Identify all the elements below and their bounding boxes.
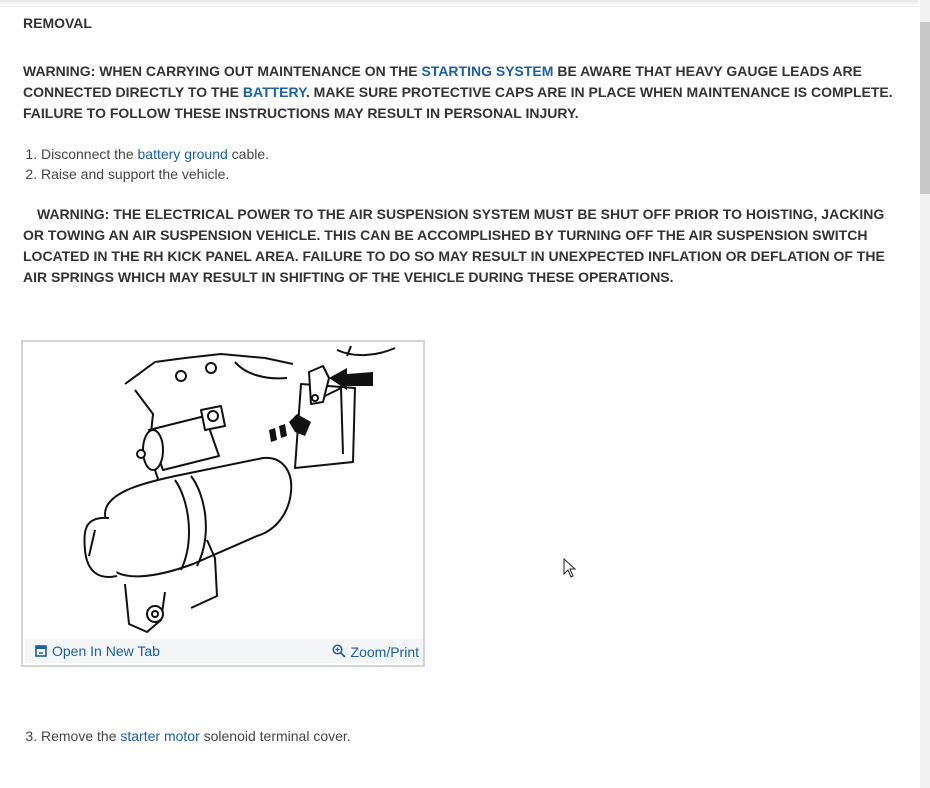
step-item: Disconnect the battery ground cable. (41, 144, 903, 164)
top-shadow (0, 0, 918, 7)
zoom-print-button[interactable]: Zoom/Print (331, 641, 419, 660)
zoom-print-label: Zoom/Print (350, 644, 419, 660)
scrollbar-track[interactable] (920, 0, 930, 788)
link-battery-ground[interactable]: battery ground (138, 146, 228, 162)
steps-list-a: Disconnect the battery ground cable. Rai… (23, 144, 903, 184)
scrollbar-thumb[interactable] (920, 22, 930, 194)
figure-container: Open In New Tab Zoom/Print (21, 340, 425, 667)
zoom-in-icon (331, 643, 346, 658)
warning1-text-start: WARNING: WHEN CARRYING OUT MAINTENANCE O… (23, 63, 422, 79)
warning-starting-system: WARNING: WHEN CARRYING OUT MAINTENANCE O… (23, 61, 903, 124)
warning-air-suspension: WARNING: THE ELECTRICAL POWER TO THE AIR… (23, 206, 885, 285)
open-new-tab-icon (35, 645, 47, 657)
link-starting-system[interactable]: STARTING SYSTEM (421, 63, 553, 79)
link-starter-motor[interactable]: starter motor (120, 728, 199, 744)
step-item: Remove the starter motor solenoid termin… (41, 726, 901, 746)
section-heading: REMOVAL (23, 15, 92, 31)
step-item: Raise and support the vehicle. (41, 164, 903, 184)
starter-motor-illustration (83, 345, 396, 633)
article-content: REMOVAL WARNING: WHEN CARRYING OUT MAINT… (23, 14, 903, 288)
figure-toolbar: Open In New Tab Zoom/Print (25, 639, 423, 663)
mouse-pointer-icon (563, 558, 577, 578)
open-in-new-tab-button[interactable]: Open In New Tab (35, 643, 160, 659)
steps-list-b: Remove the starter motor solenoid termin… (23, 726, 901, 746)
link-battery[interactable]: BATTERY (243, 84, 306, 100)
page: REMOVAL WARNING: WHEN CARRYING OUT MAINT… (0, 0, 930, 788)
open-in-new-tab-label: Open In New Tab (52, 643, 160, 659)
